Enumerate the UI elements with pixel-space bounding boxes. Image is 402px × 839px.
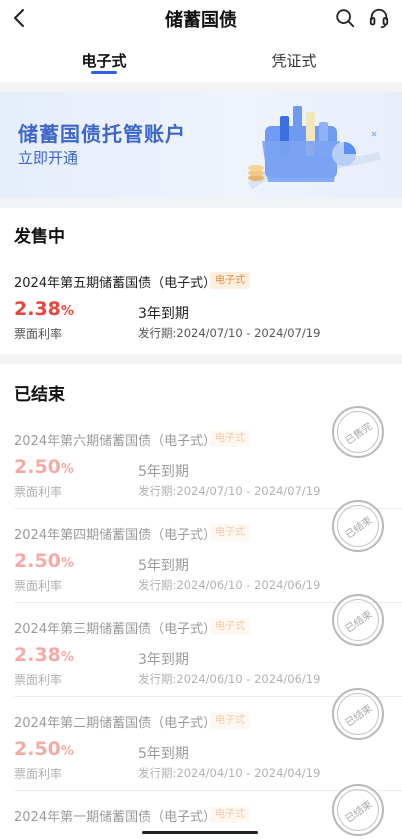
banner-subtitle: 立即开通 [18, 149, 79, 167]
rate-unit: % [60, 556, 74, 571]
rate-value: 2.38 [14, 644, 61, 666]
stamp-text: 已售完 [343, 421, 375, 448]
issue-period: 发行期:2024/07/10 - 2024/07/19 [138, 484, 321, 498]
stamp-text: 已结束 [343, 799, 375, 826]
bond-name: 2024年第二期储蓄国债（电子式） [14, 716, 217, 731]
rate-label: 票面利率 [14, 485, 63, 499]
bond-name: 2024年第三期储蓄国债（电子式） [14, 622, 217, 637]
issue-period: 发行期:2024/06/10 - 2024/06/19 [138, 578, 321, 592]
rate-value: 2.38 [14, 298, 61, 320]
coupon-rate: 2.38% [14, 298, 74, 320]
ended-section: 已结束 2024年第六期储蓄国债（电子式） 电子式 2.50% 票面利率 5年到… [0, 364, 402, 839]
active-tab-indicator [91, 71, 117, 74]
type-tag: 电子式 [210, 712, 250, 729]
coupon-rate: 2.50% [14, 550, 74, 572]
bond-item[interactable]: 2024年第五期储蓄国债（电子式） 电子式 2.38% 票面利率 3年到期 发行… [0, 272, 402, 366]
home-indicator [142, 831, 258, 834]
rate-label: 票面利率 [14, 767, 63, 781]
type-tag: 电子式 [210, 618, 250, 635]
rate-label: 票面利率 [14, 673, 63, 687]
headset-icon[interactable] [368, 7, 390, 29]
banner-title: 储蓄国债托管账户 [18, 122, 186, 146]
type-tag: 电子式 [210, 806, 250, 823]
coupon-rate: 2.38% [14, 644, 74, 666]
coupon-rate: 2.50% [14, 738, 74, 760]
issue-period: 发行期:2024/04/10 - 2024/04/19 [138, 766, 321, 780]
ended-stamp: 已结束 [332, 688, 384, 740]
issue-period: 发行期:2024/07/10 - 2024/07/19 [138, 326, 321, 340]
ended-stamp: 已结束 [332, 784, 384, 836]
term: 3年到期 [138, 652, 189, 668]
rate-unit: % [60, 744, 74, 759]
folder-chart-illustration-icon [247, 106, 381, 190]
rate-label: 票面利率 [14, 327, 63, 341]
term: 5年到期 [138, 464, 189, 480]
section-title-on-sale: 发售中 [14, 227, 65, 247]
rate-unit: % [60, 462, 74, 477]
tab-certificate[interactable]: 凭证式 [234, 50, 354, 71]
rate-value: 2.50 [14, 738, 61, 760]
on-sale-section: 发售中 2024年第五期储蓄国债（电子式） 电子式 2.38% 票面利率 3年到… [0, 208, 402, 354]
type-tag: 电子式 [210, 524, 250, 541]
section-title-ended: 已结束 [14, 385, 65, 405]
term: 5年到期 [138, 558, 189, 574]
rate-value: 2.50 [14, 456, 61, 478]
rate-unit: % [60, 304, 74, 319]
type-tag: 电子式 [210, 272, 250, 289]
bond-name: 2024年第一期储蓄国债（电子式） [14, 810, 217, 825]
tab-electronic[interactable]: 电子式 [44, 50, 164, 71]
term: 5年到期 [138, 746, 189, 762]
sold-out-stamp: 已售完 [332, 406, 384, 458]
ended-stamp: 已结束 [332, 594, 384, 646]
bond-name: 2024年第四期储蓄国债（电子式） [14, 528, 217, 543]
coupon-rate: 2.50% [14, 456, 74, 478]
stamp-text: 已结束 [343, 703, 375, 730]
bond-name: 2024年第六期储蓄国债（电子式） [14, 434, 217, 449]
search-icon[interactable] [334, 7, 356, 29]
issue-period: 发行期:2024/06/10 - 2024/06/19 [138, 672, 321, 686]
custody-account-banner[interactable]: 储蓄国债托管账户 立即开通 [0, 92, 402, 198]
top-bar: 储蓄国债 [0, 0, 402, 38]
type-tag: 电子式 [210, 430, 250, 447]
rate-value: 2.50 [14, 550, 61, 572]
ended-stamp: 已结束 [332, 500, 384, 552]
rate-unit: % [60, 650, 74, 665]
stamp-text: 已结束 [343, 609, 375, 636]
term: 3年到期 [138, 306, 189, 322]
stamp-text: 已结束 [343, 515, 375, 542]
bond-name: 2024年第五期储蓄国债（电子式） [14, 276, 217, 291]
tab-bar: 电子式 凭证式 [0, 38, 402, 82]
rate-label: 票面利率 [14, 579, 63, 593]
